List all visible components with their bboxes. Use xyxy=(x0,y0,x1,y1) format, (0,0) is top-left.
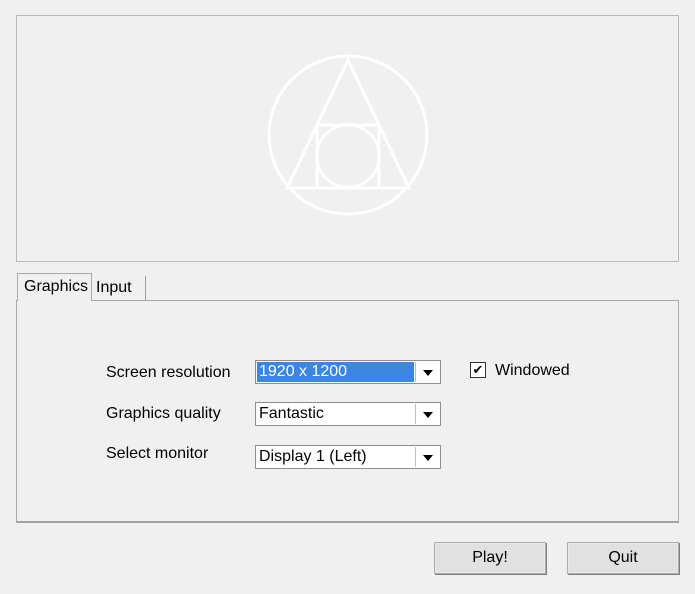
chevron-down-icon[interactable] xyxy=(415,447,439,467)
logo-icon xyxy=(267,54,429,216)
windowed-label[interactable]: Windowed xyxy=(495,362,570,380)
screen-resolution-select[interactable]: 1920 x 1200 xyxy=(255,360,441,384)
tab-graphics[interactable]: Graphics xyxy=(17,273,92,301)
screen-resolution-value: 1920 x 1200 xyxy=(257,362,414,382)
graphics-quality-value: Fantastic xyxy=(259,405,324,422)
windowed-checkbox[interactable]: ✔ xyxy=(470,362,486,378)
graphics-quality-label: Graphics quality xyxy=(106,405,221,422)
select-monitor-label: Select monitor xyxy=(106,445,209,462)
play-button[interactable]: Play! xyxy=(434,542,546,574)
chevron-down-icon[interactable] xyxy=(415,404,439,424)
select-monitor-select[interactable]: Display 1 (Left) xyxy=(255,445,441,469)
graphics-quality-select[interactable]: Fantastic xyxy=(255,402,441,426)
quit-button[interactable]: Quit xyxy=(567,542,679,574)
select-monitor-value: Display 1 (Left) xyxy=(259,448,367,465)
banner-image xyxy=(16,15,679,262)
chevron-down-icon[interactable] xyxy=(415,362,439,382)
screen-resolution-label: Screen resolution xyxy=(106,364,231,381)
tab-input[interactable]: Input xyxy=(92,276,146,300)
